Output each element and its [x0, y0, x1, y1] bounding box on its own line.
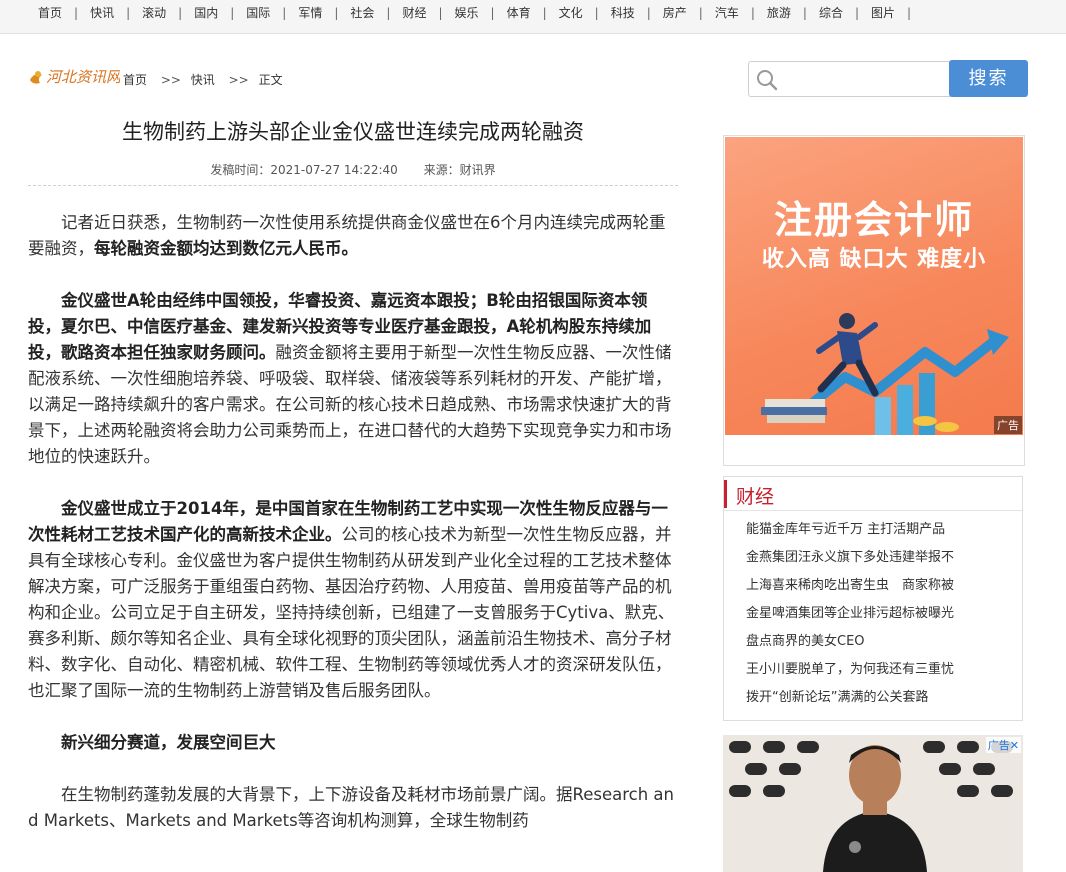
publish-time: 2021-07-27 14:22:40	[270, 163, 398, 177]
article-body: 记者近日获悉，生物制药一次性使用系统提供商金仪盛世在6个月内连续完成两轮重要融资…	[28, 210, 678, 860]
sidebar-ad[interactable]: 注册会计师 收入高 缺口大 难度小 广告	[723, 135, 1025, 466]
nav-item[interactable]: 军情	[298, 4, 322, 21]
article-paragraph: 在生物制药蓬勃发展的大背景下，上下游设备及耗材市场前景广阔。据Research …	[28, 785, 674, 830]
search-box	[748, 61, 950, 97]
nav-item[interactable]: 文化	[559, 4, 583, 21]
article-title: 生物制药上游头部企业金仪盛世连续完成两轮融资	[122, 120, 584, 144]
nav-item[interactable]: 社会	[350, 4, 374, 21]
nav-separator: |	[282, 5, 287, 20]
nav-item[interactable]: 图片	[871, 4, 895, 21]
nav-separator: |	[334, 5, 339, 20]
nav-item[interactable]: 旅游	[767, 4, 791, 21]
ad-photo	[723, 735, 1023, 872]
nav-item[interactable]: 滚动	[142, 4, 166, 21]
nav-item[interactable]: 财经	[402, 4, 426, 21]
nav-item[interactable]: 国内	[194, 4, 218, 21]
ad-illustration	[761, 313, 1009, 435]
sidebar-ad-2[interactable]: 广告✕	[723, 735, 1023, 872]
source-name: 财讯界	[459, 163, 496, 177]
breadcrumb: 首页 >> 快讯 >> 正文	[123, 71, 287, 88]
nav-separator: |	[230, 5, 235, 20]
svg-text:河北资讯网: 河北资讯网	[46, 68, 120, 86]
article-paragraph: 金仪盛世成立于2014年，是中国首家在生物制药工艺中实现一次性生物反应器与一次性…	[28, 499, 675, 700]
search-icon	[757, 70, 778, 91]
news-item[interactable]: 王小川要脱单了，为何我还有三重忧	[746, 661, 954, 689]
nav-separator: |	[438, 5, 443, 20]
news-item[interactable]: 上海喜来稀肉吃出寄生虫 商家称被	[746, 577, 954, 605]
breadcrumb-separator: >>	[228, 73, 249, 87]
article-paragraph: 记者近日获悉，生物制药一次性使用系统提供商金仪盛世在6个月内连续完成两轮重要融资…	[28, 213, 666, 258]
news-item[interactable]: 金星啤酒集团等企业排污超标被曝光	[746, 605, 954, 633]
finance-news-title[interactable]: 财经	[736, 482, 774, 509]
ad-banner-image[interactable]: 注册会计师 收入高 缺口大 难度小 广告	[725, 137, 1023, 435]
nav-separator: |	[646, 5, 651, 20]
breadcrumb-home[interactable]: 首页	[123, 73, 147, 87]
nav-separator: |	[386, 5, 391, 20]
nav-item[interactable]: 快讯	[90, 4, 114, 21]
nav-separator: |	[750, 5, 755, 20]
nav-item[interactable]: 体育	[507, 4, 531, 21]
nav-item[interactable]: 娱乐	[455, 4, 479, 21]
nav-separator: |	[490, 5, 495, 20]
ad-close-badge[interactable]: 广告✕	[985, 737, 1021, 753]
article-subheading: 新兴细分赛道，发展空间巨大	[61, 733, 276, 752]
top-nav-items: 首页 | 快讯 | 滚动 | 国内 | 国际 | 军情 | 社会 | 财经 | 娱乐 | 体育 | 文化 | 科技 | 房产 | 汽…	[38, 4, 923, 21]
search-input[interactable]	[781, 66, 941, 92]
breadcrumb-separator: >>	[160, 73, 181, 87]
title-divider	[28, 185, 678, 186]
news-item[interactable]: 能猫金库年亏近千万 主打活期产品	[746, 521, 954, 549]
nav-separator: |	[594, 5, 599, 20]
publish-label: 发稿时间：	[210, 163, 271, 177]
search-button[interactable]: 搜索	[949, 60, 1028, 97]
nav-item[interactable]: 综合	[819, 4, 843, 21]
ad-badge: 广告	[994, 416, 1022, 434]
site-logo[interactable]: 河北资讯网	[28, 66, 123, 88]
breadcrumb-current: 正文	[258, 73, 283, 87]
nav-separator: |	[126, 5, 131, 20]
source-label: 来源：	[423, 163, 460, 177]
nav-separator: |	[854, 5, 859, 20]
nav-separator: |	[802, 5, 807, 20]
breadcrumb-flash[interactable]: 快讯	[191, 73, 215, 87]
nav-separator: |	[542, 5, 547, 20]
finance-news-list: 能猫金库年亏近千万 主打活期产品 金燕集团汪永义旗下多处违建举报不 上海喜来稀肉…	[746, 521, 954, 717]
finance-news-header: 财经	[724, 477, 1022, 511]
nav-item[interactable]: 首页	[38, 4, 62, 21]
nav-separator: |	[178, 5, 183, 20]
section-accent-bar	[724, 480, 727, 508]
nav-item[interactable]: 房产	[663, 4, 687, 21]
finance-news-panel: 财经 能猫金库年亏近千万 主打活期产品 金燕集团汪永义旗下多处违建举报不 上海喜…	[723, 476, 1023, 721]
news-item[interactable]: 拨开“创新论坛”满满的公关套路	[746, 689, 954, 717]
article-meta: 发稿时间：2021-07-27 14:22:40 来源：财讯界	[28, 161, 678, 178]
nav-item[interactable]: 汽车	[715, 4, 739, 21]
nav-separator: |	[907, 5, 912, 20]
news-item[interactable]: 金燕集团汪永义旗下多处违建举报不	[746, 549, 954, 577]
nav-separator: |	[74, 5, 79, 20]
nav-separator: |	[698, 5, 703, 20]
article-paragraph: 金仪盛世A轮由经纬中国领投，华睿投资、嘉远资本跟投；B轮由招银国际资本领投，夏尔…	[28, 291, 672, 466]
nav-item[interactable]: 科技	[611, 4, 635, 21]
top-nav: 首页 | 快讯 | 滚动 | 国内 | 国际 | 军情 | 社会 | 财经 | 娱乐 | 体育 | 文化 | 科技 | 房产 | 汽…	[0, 0, 1066, 34]
nav-item[interactable]: 国际	[246, 4, 270, 21]
news-item[interactable]: 盘点商界的美女CEO	[746, 633, 954, 661]
